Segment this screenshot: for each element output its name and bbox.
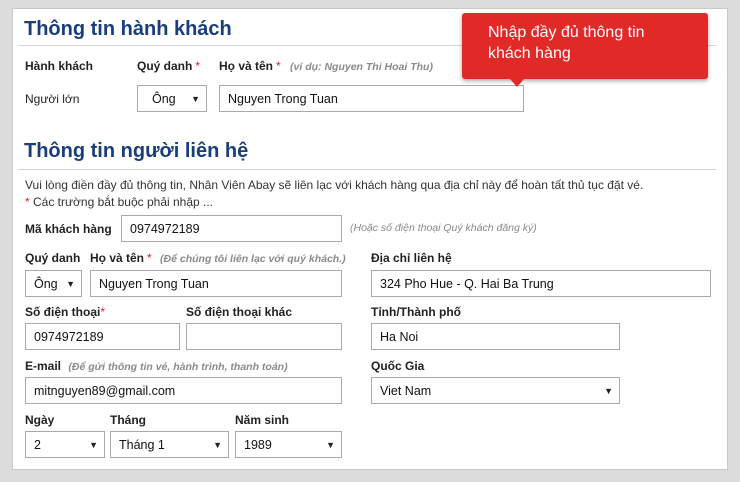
day-select[interactable]: 2 ▼ (25, 431, 105, 458)
city-input[interactable]: Ha Noi (371, 323, 620, 350)
country-label: Quốc Gia (371, 359, 425, 373)
passenger-fullname-input[interactable]: Nguyen Trong Tuan (219, 85, 524, 112)
contact-fullname-input[interactable]: Nguyen Trong Tuan (90, 270, 342, 297)
contact-fullname-label: Họ và tên * (Để chúng tôi liên lạc với qu… (90, 251, 346, 265)
required-mark: * (195, 59, 201, 73)
contact-section-divider (18, 169, 716, 170)
phone-input[interactable]: 0974972189 (25, 323, 180, 350)
salutation-column-label: Quý danh (137, 59, 193, 73)
passenger-column-header: Hành khách (25, 59, 94, 73)
required-mark: * (100, 305, 106, 319)
other-phone-input[interactable] (186, 323, 342, 350)
country-select[interactable]: Viet Nam ▼ (371, 377, 620, 404)
customer-code-hint: (Hoặc số điện thoại Quý khách đăng ký) (350, 222, 537, 234)
email-label-text: E-mail (25, 359, 62, 373)
contact-salutation-value: Ông (34, 276, 58, 291)
month-label: Tháng (110, 413, 146, 427)
other-phone-label: Số điện thoại khác (186, 305, 293, 319)
chevron-down-icon: ▼ (89, 439, 98, 450)
tooltip-pointer (510, 79, 524, 87)
month-value: Tháng 1 (119, 437, 165, 452)
phone-label-text: Số điện thoại (25, 305, 101, 319)
passenger-salutation-select[interactable]: Ông ▼ (137, 85, 207, 112)
fullname-example-hint: (ví dụ: Nguyen Thi Hoai Thu) (290, 61, 433, 73)
required-fields-text: Các trường bắt buộc phải nhập ... (29, 195, 214, 209)
contact-section-title: Thông tin người liên hệ (24, 140, 249, 162)
required-fields-note: * Các trường bắt buộc phải nhập ... (25, 195, 213, 209)
tooltip-text-line1: Nhập đầy đủ thông tin (488, 24, 645, 41)
passenger-section-title: Thông tin hành khách (24, 18, 232, 40)
salutation-column-header: Quý danh * (137, 59, 200, 73)
email-input[interactable]: mitnguyen89@gmail.com (25, 377, 342, 404)
required-mark: * (147, 251, 152, 265)
birth-year-select[interactable]: 1989 ▼ (235, 431, 342, 458)
month-select[interactable]: Tháng 1 ▼ (110, 431, 229, 458)
birth-year-label: Năm sinh (235, 413, 290, 427)
customer-code-input[interactable]: 0974972189 (121, 215, 342, 242)
address-label: Địa chỉ liên hệ (371, 251, 452, 265)
required-mark: * (276, 59, 281, 73)
passenger-salutation-value: Ông (152, 91, 176, 106)
day-value: 2 (34, 437, 41, 452)
contact-fullname-label-text: Họ và tên (90, 251, 145, 265)
contact-fullname-hint: (Để chúng tôi liên lạc với quý khách.) (160, 253, 346, 265)
email-label: E-mail (Để gửi thông tin vé, hành trình,… (25, 359, 288, 373)
fullname-column-label: Họ và tên (219, 59, 274, 73)
chevron-down-icon: ▼ (213, 439, 222, 450)
tooltip-text-line2: khách hàng (488, 45, 571, 62)
passenger-type-label: Người lớn (25, 92, 80, 106)
fullname-column-header: Họ và tên * (ví dụ: Nguyen Thi Hoai Thu) (219, 59, 433, 73)
fill-info-tooltip: Nhập đầy đủ thông tin khách hàng (462, 13, 708, 87)
chevron-down-icon: ▼ (191, 93, 200, 104)
contact-salutation-label: Quý danh (25, 251, 81, 265)
chevron-down-icon: ▼ (66, 278, 75, 289)
address-input[interactable]: 324 Pho Hue - Q. Hai Ba Trung (371, 270, 711, 297)
email-hint: (Để gửi thông tin vé, hành trình, thanh … (68, 361, 288, 373)
chevron-down-icon: ▼ (604, 385, 613, 396)
contact-info-text: Vui lòng điền đầy đủ thông tin, Nhân Viê… (25, 178, 644, 192)
country-value: Viet Nam (380, 383, 432, 398)
chevron-down-icon: ▼ (326, 439, 335, 450)
contact-salutation-select[interactable]: Ông ▼ (25, 270, 82, 297)
customer-code-label: Mã khách hàng (25, 222, 112, 236)
city-label: Tỉnh/Thành phố (371, 305, 461, 319)
phone-label: Số điện thoại* (25, 305, 105, 319)
birth-year-value: 1989 (244, 437, 272, 452)
day-label: Ngày (25, 413, 55, 427)
